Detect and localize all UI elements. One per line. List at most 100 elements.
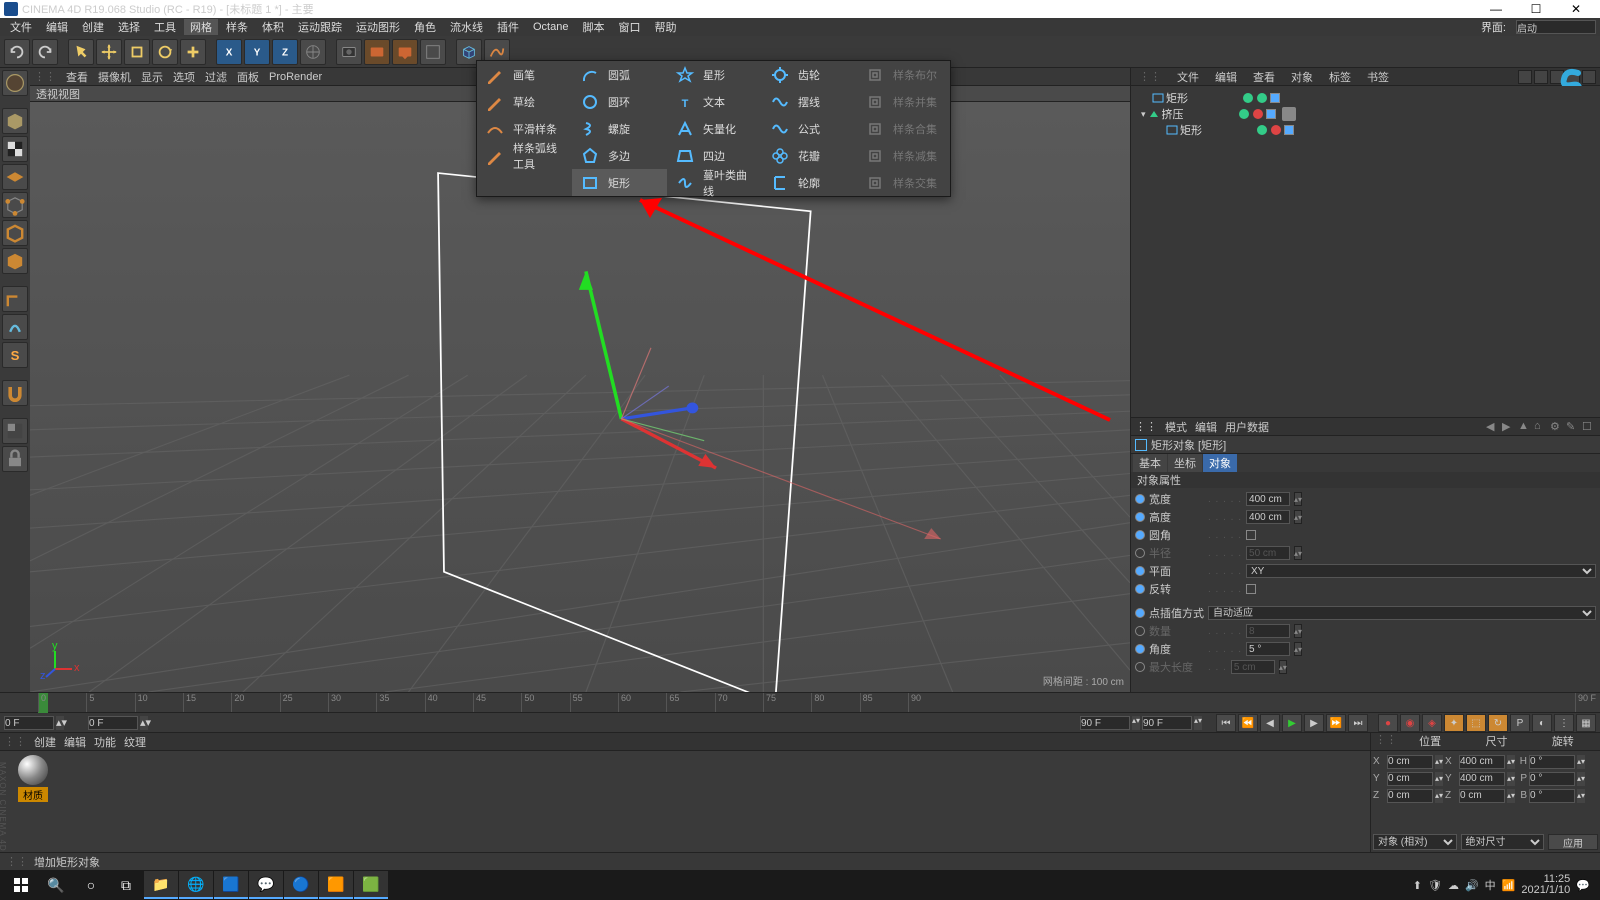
mat-tab-create[interactable]: 创建	[34, 734, 56, 750]
play-button[interactable]: ▶	[1282, 714, 1302, 732]
om-nav-icons[interactable]	[1518, 70, 1596, 84]
object-row[interactable]: 矩形	[1133, 90, 1598, 106]
attr-height-input[interactable]	[1246, 510, 1290, 524]
system-tray[interactable]: ⬆ 🛡 ☁ 🔊 中 📶 11:25 2021/1/10 💬	[1413, 874, 1596, 896]
vp-menu-filter[interactable]: 过滤	[205, 69, 227, 85]
attr-round-check[interactable]	[1246, 530, 1256, 540]
key-more[interactable]: ▦	[1576, 714, 1596, 732]
vp-menu-panel[interactable]: 面板	[237, 69, 259, 85]
z-axis-lock[interactable]: Z	[272, 39, 298, 65]
vp-menu-display[interactable]: 显示	[141, 69, 163, 85]
key-rot[interactable]: ↻	[1488, 714, 1508, 732]
y-axis-lock[interactable]: Y	[244, 39, 270, 65]
lock-button[interactable]	[2, 446, 28, 472]
popup-item-cog[interactable]: 齿轮	[762, 61, 857, 88]
om-tab-view[interactable]: 查看	[1249, 69, 1279, 85]
menu-tracker[interactable]: 运动跟踪	[292, 19, 348, 35]
menu-window[interactable]: 窗口	[612, 19, 646, 35]
menu-octane[interactable]: Octane	[527, 21, 574, 33]
rotate-tool[interactable]	[152, 39, 178, 65]
spline-popup-menu[interactable]: 画笔草绘平滑样条样条弧线工具圆弧圆环螺旋多边矩形星形T文本矢量化四边蔓叶类曲线齿…	[476, 60, 951, 197]
time-start-field[interactable]	[4, 716, 54, 730]
object-tree[interactable]: 矩形▾挤压矩形	[1131, 86, 1600, 417]
popup-item-rect[interactable]: 矩形	[572, 169, 667, 196]
tray-icon[interactable]: 📶	[1502, 879, 1516, 892]
coord-size-select[interactable]: 绝对尺寸	[1461, 834, 1545, 850]
vp-menu-view[interactable]: 查看	[66, 69, 88, 85]
am-tab-userdata[interactable]: 用户数据	[1225, 419, 1269, 435]
popup-item-pen[interactable]: 画笔	[477, 61, 572, 88]
edge-mode[interactable]	[2, 220, 28, 246]
menu-volume[interactable]: 体积	[256, 19, 290, 35]
workplane-mode[interactable]	[2, 164, 28, 190]
attr-tab-basic[interactable]: 基本	[1133, 454, 1167, 472]
tray-ime[interactable]: 中	[1485, 877, 1496, 893]
tray-icon[interactable]: 🛡	[1428, 879, 1442, 892]
magnet-button[interactable]	[2, 380, 28, 406]
key-pla[interactable]: ◐	[1532, 714, 1552, 732]
popup-item-cyc[interactable]: 摆线	[762, 88, 857, 115]
layout-select[interactable]	[1516, 20, 1596, 34]
render-region[interactable]	[364, 39, 390, 65]
object-row[interactable]: 矩形	[1133, 122, 1598, 138]
key-param[interactable]: P	[1510, 714, 1530, 732]
next-key[interactable]: ⏩	[1326, 714, 1346, 732]
autokey-button[interactable]: ◉	[1400, 714, 1420, 732]
key-pos[interactable]: ✦	[1444, 714, 1464, 732]
popup-item-ciss[interactable]: 蔓叶类曲线	[667, 169, 762, 196]
material-preview[interactable]	[18, 755, 48, 785]
timeline-ruler[interactable]: 05101520253035404550556065707580859090 F	[0, 693, 1600, 713]
tray-icon[interactable]: 🔊	[1465, 879, 1479, 892]
poly-mode[interactable]	[2, 248, 28, 274]
material-name[interactable]: 材质	[18, 787, 48, 802]
viewsolo-button[interactable]	[2, 418, 28, 444]
task-wechat[interactable]: 💬	[249, 871, 283, 899]
popup-item-helix[interactable]: 螺旋	[572, 115, 667, 142]
mat-tab-tex[interactable]: 纹理	[124, 734, 146, 750]
popup-item-star[interactable]: 星形	[667, 61, 762, 88]
undo-button[interactable]	[4, 39, 30, 65]
mat-tab-func[interactable]: 功能	[94, 734, 116, 750]
time-end2-field[interactable]	[1142, 716, 1192, 730]
menu-tools[interactable]: 工具	[148, 19, 182, 35]
om-tab-bookmarks[interactable]: 书签	[1363, 69, 1393, 85]
popup-item-b[interactable]: 样条交集	[857, 169, 952, 196]
menu-select[interactable]: 选择	[112, 19, 146, 35]
model-mode[interactable]	[2, 108, 28, 134]
attr-reverse-check[interactable]	[1246, 584, 1256, 594]
popup-item-vect[interactable]: 矢量化	[667, 115, 762, 142]
select-tool[interactable]	[68, 39, 94, 65]
prev-frame[interactable]: ◀	[1260, 714, 1280, 732]
attr-tab-coord[interactable]: 坐标	[1168, 454, 1202, 472]
task-app1[interactable]: 🟦	[214, 871, 248, 899]
menu-spline[interactable]: 样条	[220, 19, 254, 35]
minimize-button[interactable]: —	[1476, 0, 1516, 18]
task-browser[interactable]: 🌐	[179, 871, 213, 899]
coord-apply-button[interactable]: 应用	[1548, 834, 1598, 850]
render-settings[interactable]	[392, 39, 418, 65]
tweak-mode[interactable]	[2, 314, 28, 340]
menu-mesh[interactable]: 网格	[184, 19, 218, 35]
task-explorer[interactable]: 📁	[144, 871, 178, 899]
popup-item-4side[interactable]: 四边	[667, 142, 762, 169]
tray-icon[interactable]: ⬆	[1413, 879, 1422, 892]
close-button[interactable]: ✕	[1556, 0, 1596, 18]
render-view[interactable]	[336, 39, 362, 65]
redo-button[interactable]	[32, 39, 58, 65]
keyframe-button[interactable]: ◈	[1422, 714, 1442, 732]
point-mode[interactable]	[2, 192, 28, 218]
key-opts[interactable]: ⋮	[1554, 714, 1574, 732]
prev-key[interactable]: ⏪	[1238, 714, 1258, 732]
attr-angle-input[interactable]	[1246, 642, 1290, 656]
popup-item-b[interactable]: 样条并集	[857, 88, 952, 115]
task-app3[interactable]: 🟩	[354, 871, 388, 899]
x-axis-lock[interactable]: X	[216, 39, 242, 65]
attr-width-input[interactable]	[1246, 492, 1290, 506]
attr-tab-object[interactable]: 对象	[1203, 454, 1237, 472]
coord-mode-select[interactable]: 对象 (相对)	[1373, 834, 1457, 850]
taskview-button[interactable]: ⧉	[109, 871, 143, 899]
popup-item-b[interactable]: 样条布尔	[857, 61, 952, 88]
popup-item-form[interactable]: 公式	[762, 115, 857, 142]
popup-item-text[interactable]: T文本	[667, 88, 762, 115]
search-button[interactable]: 🔍	[39, 871, 73, 899]
